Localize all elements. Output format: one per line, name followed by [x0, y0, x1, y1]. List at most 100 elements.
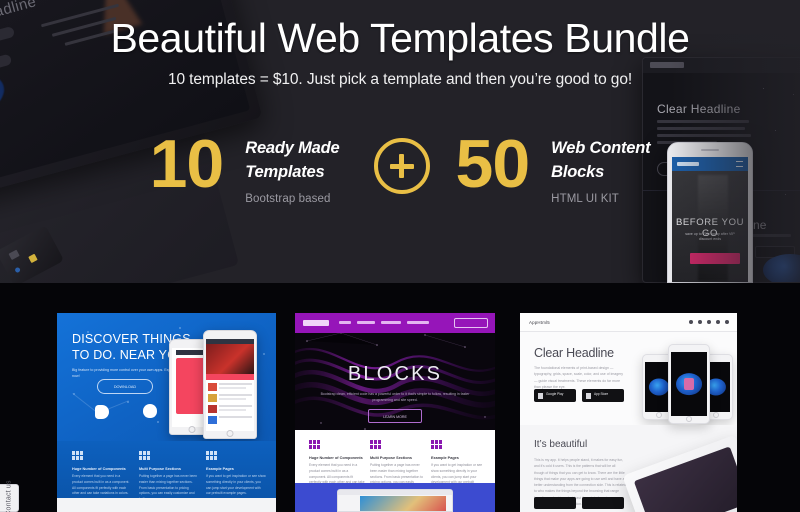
stat-caption: HTML UI KIT: [551, 193, 619, 205]
stats-row: 10 Ready Made Templates Bootstrap based …: [0, 126, 800, 205]
stat-number: 50: [455, 126, 531, 202]
card2-navbar[interactable]: [295, 313, 495, 333]
card3-phone-center: [668, 344, 710, 424]
stat-text: Web Content Blocks HTML UI KIT: [551, 132, 650, 205]
nav-item[interactable]: [725, 320, 729, 324]
card2-paragraph: Bootstrap clean, efficient code has a po…: [320, 392, 470, 403]
feature-title: Huge Number of Components: [72, 467, 126, 471]
feature-desc: Every element that you need in a product…: [72, 474, 130, 496]
stat-caption: Bootstrap based: [245, 193, 331, 205]
page-title: Beautiful Web Templates Bundle: [110, 15, 690, 61]
card1-features: Huge Number of Components Every element …: [57, 441, 276, 501]
nav-item[interactable]: [381, 321, 401, 324]
stat-label-line1: Ready Made: [245, 139, 340, 157]
app-store-badge[interactable]: App Store: [582, 389, 624, 402]
card3-paragraph: The foundational elements of print-based…: [534, 366, 624, 390]
home-button-icon: [188, 425, 196, 433]
layout-icon: [431, 440, 442, 449]
stat-number: 10: [149, 126, 225, 202]
feature-title: Huge Number of Components: [309, 456, 363, 460]
home-button-icon: [686, 416, 692, 422]
feature-desc: If you want to get inspiration or see sh…: [206, 474, 266, 496]
app-store-badge[interactable]: [582, 497, 624, 509]
preview-image: [360, 496, 446, 511]
decor-key: [8, 249, 20, 261]
feature-title: Example Pages: [206, 467, 234, 471]
card2-bottom-section: [295, 483, 495, 512]
card1-footer: [57, 498, 276, 512]
decor-panel-headline: Clear Headline: [657, 102, 741, 116]
card2-headline: BLOCKS: [347, 363, 443, 385]
decor-phone-sub: save up to 70% today after VIP discount …: [685, 232, 735, 242]
contact-us-label: Contact us: [5, 480, 13, 512]
nav-item[interactable]: [357, 321, 375, 324]
decor-phone-cta: [690, 253, 740, 264]
columns-icon: [370, 440, 381, 449]
layout-icon: [206, 451, 217, 460]
contact-us-tab[interactable]: Contact us: [0, 480, 19, 512]
nav-item[interactable]: [407, 321, 429, 324]
phone-screen: [671, 352, 707, 416]
stat-label-line2: Templates: [245, 163, 325, 181]
feature-title: Example Pages: [431, 456, 459, 460]
home-button-icon: [226, 429, 234, 437]
card3-navbar[interactable]: AppHtml5: [520, 313, 737, 332]
nav-item[interactable]: [689, 320, 693, 324]
hero-section: ar Headline: [0, 0, 800, 283]
card1-phone-front: [203, 330, 257, 439]
google-play-badge[interactable]: Google Play: [534, 389, 576, 402]
card2-logo: [303, 320, 329, 326]
card3-logo: AppHtml5: [529, 320, 550, 325]
card2-buy-button[interactable]: [454, 318, 488, 328]
badge-label: Google Play: [546, 392, 564, 396]
decor-para-line: [657, 120, 749, 123]
card1-feature: Example Pages If you want to get inspira…: [206, 451, 266, 497]
google-play-badge[interactable]: [534, 497, 576, 509]
card1-hero: DISCOVER THINGS TO DO. NEAR YOU. Big fea…: [57, 313, 276, 441]
card2-learn-more-button[interactable]: LEARN MORE: [368, 409, 422, 423]
nav-item[interactable]: [698, 320, 702, 324]
card2-hero: BLOCKS Bootstrap clean, efficient code h…: [295, 333, 495, 430]
card2-laptop-mockup: [337, 489, 453, 512]
decor-para-line: [657, 127, 745, 130]
decor-key: [14, 266, 21, 274]
grid-icon: [309, 440, 320, 449]
home-button-icon: [713, 412, 719, 418]
nav-item[interactable]: [716, 320, 720, 324]
card1-phone-screen: [206, 339, 254, 431]
apple-icon: [586, 393, 591, 399]
device-screen: [633, 446, 737, 512]
card3-hero: Clear Headline The foundational elements…: [520, 332, 737, 425]
feature-title: Multi Purpose Sections: [139, 467, 181, 471]
card1-download-button[interactable]: DOWNLOAD: [97, 379, 153, 394]
apple-icon: [143, 404, 157, 418]
card3-device-mockup: [622, 434, 737, 512]
card3-headline: Clear Headline: [534, 346, 614, 360]
home-button-icon: [656, 412, 662, 418]
stat-label-line1: Web Content: [551, 139, 651, 157]
template-card-blocks[interactable]: BLOCKS Bootstrap clean, efficient code h…: [295, 313, 495, 512]
blue-orb-graphic: [648, 378, 670, 396]
template-card-clear-headline[interactable]: AppHtml5 Clear Headline The foundational…: [520, 313, 737, 512]
stat-text: Ready Made Templates Bootstrap based: [245, 132, 339, 205]
template-card-discover[interactable]: DISCOVER THINGS TO DO. NEAR YOU. Big fea…: [57, 313, 276, 512]
stat-label-line2: Blocks: [551, 163, 605, 181]
play-icon: [538, 393, 543, 399]
stat-templates: 10 Ready Made Templates Bootstrap based: [149, 126, 340, 205]
card1-feature: Huge Number of Components Every element …: [72, 451, 132, 497]
windows-icon: [95, 405, 109, 419]
page-subtitle: 10 templates = $10. Just pick a template…: [167, 71, 633, 89]
feature-title: Multi Purpose Sections: [370, 456, 412, 460]
card3-section2-headline: It’s beautiful: [534, 439, 588, 450]
plus-circle-icon: [373, 138, 430, 194]
badge-label: App Store: [594, 392, 609, 396]
nav-item[interactable]: [707, 320, 711, 324]
card2-features: Huge Number of Components Every element …: [295, 430, 495, 490]
card1-feature: Multi Purpose Sections Putting together …: [139, 451, 199, 503]
hero-text-block: Beautiful Web Templates Bundle 10 templa…: [0, 0, 800, 89]
nav-item[interactable]: [339, 321, 351, 324]
stat-blocks: 50 Web Content Blocks HTML UI KIT: [455, 126, 651, 205]
browser-bar: [338, 490, 452, 495]
card3-section2: It’s beautiful This is my app. It helps …: [520, 425, 737, 512]
columns-icon: [139, 451, 150, 460]
